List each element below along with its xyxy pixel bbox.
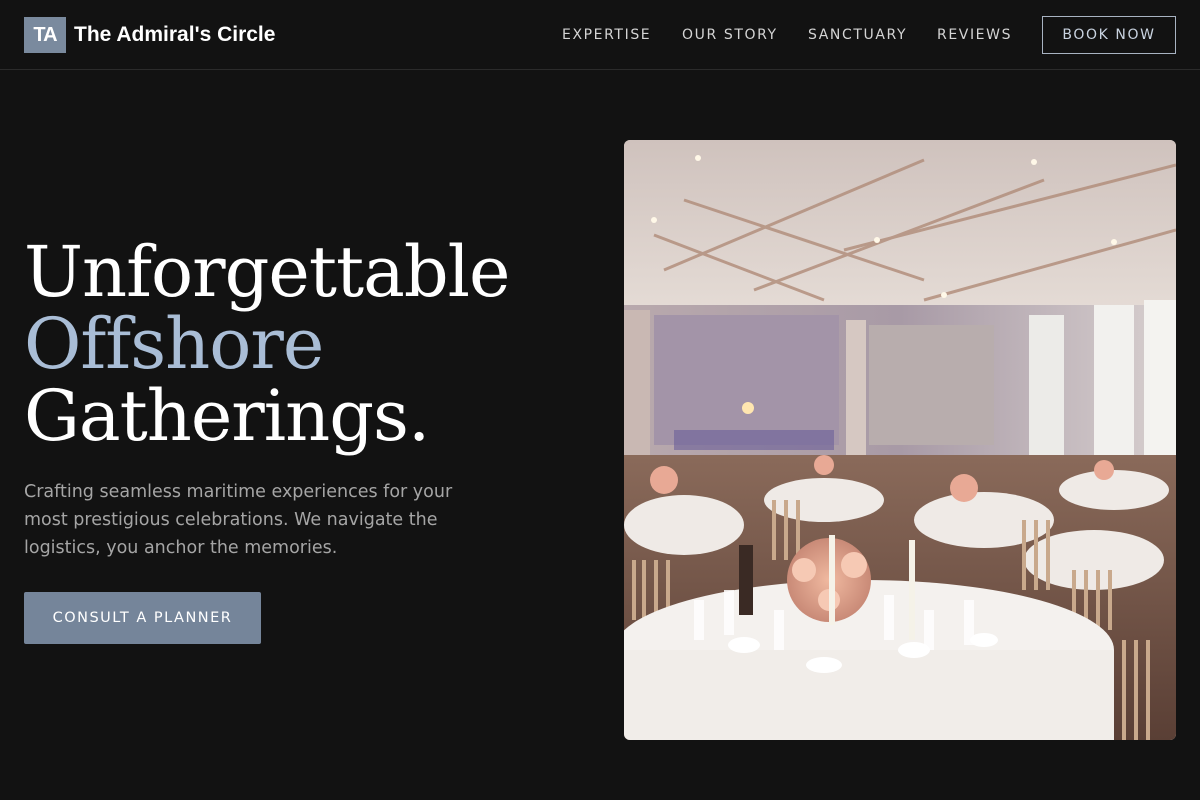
consult-planner-button[interactable]: CONSULT A PLANNER <box>24 592 261 644</box>
brand-name[interactable]: The Admiral's Circle <box>74 21 275 49</box>
hero-subtitle: Crafting seamless maritime experiences f… <box>24 482 453 558</box>
hero-title-line-2: Offshore <box>24 303 324 385</box>
nav-link-sanctuary[interactable]: SANCTUARY <box>808 26 907 44</box>
logo-badge[interactable]: TA <box>24 17 66 53</box>
hero-title-line-1: Unforgettable <box>24 231 510 313</box>
banquet-hall-image <box>624 140 1176 740</box>
navbar: TA The Admiral's Circle EXPERTISE OUR ST… <box>0 0 1200 70</box>
nav-link-reviews[interactable]: REVIEWS <box>937 26 1012 44</box>
nav-link-our-story[interactable]: OUR STORY <box>682 26 778 44</box>
book-now-button[interactable]: BOOK NOW <box>1042 16 1176 54</box>
hero-title-line-3: Gatherings. <box>24 375 430 457</box>
hero-title: Unforgettable Offshore Gatherings. <box>24 231 510 457</box>
banquet-hall-illustration <box>624 140 1176 740</box>
nav-link-expertise[interactable]: EXPERTISE <box>562 26 651 44</box>
